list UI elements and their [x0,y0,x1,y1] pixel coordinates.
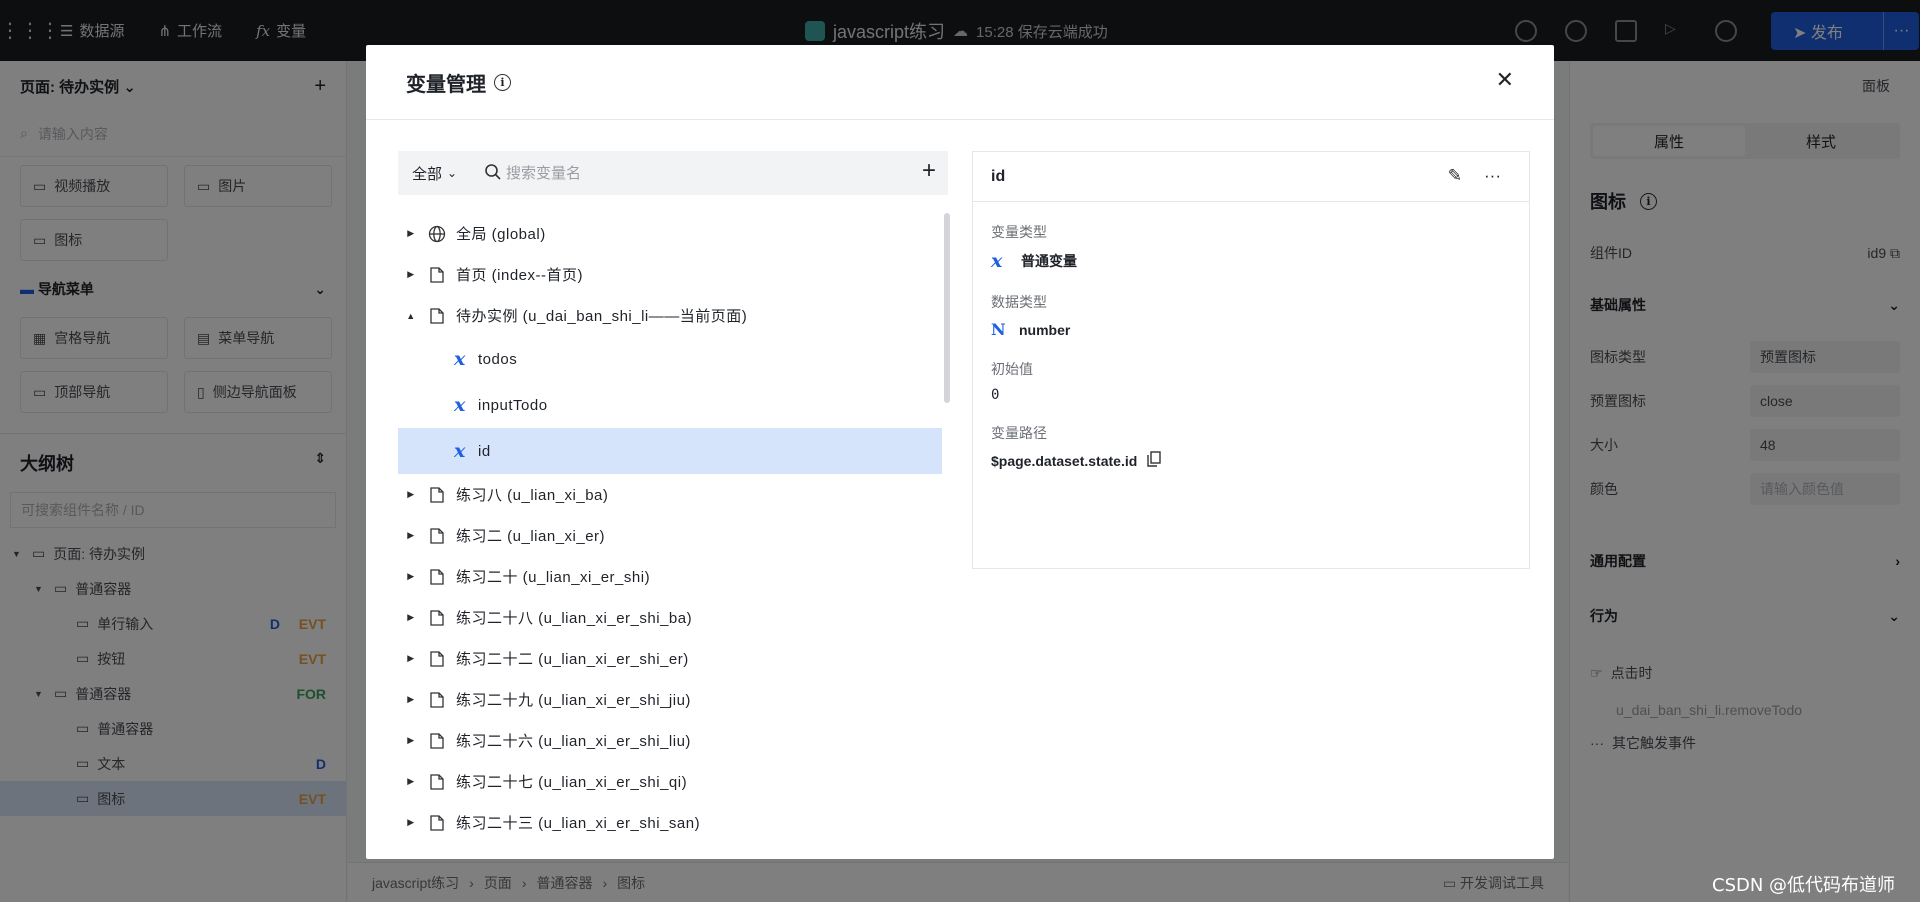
number-type-icon: N [991,320,1006,339]
page-icon [424,266,456,283]
variable-type-field: 变量类型 x 普通变量 [973,222,1529,272]
tree-node-page[interactable]: ▶ 练习二十九 (u_lian_xi_er_shi_jiu) [398,679,946,720]
tree-node-page[interactable]: ▶ 练习八 (u_lian_xi_ba) [398,474,946,515]
tree-node-label: 练习二 (u_lian_xi_er) [456,528,606,545]
variable-path-label: 变量路径 [991,425,1047,441]
data-type-label: 数据类型 [991,294,1047,310]
more-icon[interactable]: ··· [1484,166,1501,186]
page-icon [424,691,456,708]
search-icon [484,163,506,184]
tree-node-label: 待办实例 (u_dai_ban_shi_li——当前页面) [456,308,748,325]
globe-icon [424,225,456,243]
tree-node-page[interactable]: ▶ 练习二十六 (u_lian_xi_er_shi_liu) [398,720,946,761]
variable-name: id [991,167,1006,185]
variable-x-icon: x [991,250,1003,272]
tree-node-label: 全局 (global) [456,226,546,243]
chevron-down-icon: ⌄ [447,166,458,180]
variable-type-value: 普通变量 [1021,253,1077,269]
page-icon [424,773,456,790]
variable-detail-panel: id ✎ ··· 变量类型 x 普通变量 数据类型 Nnumber 初始值 0 变… [972,151,1530,569]
page-icon [424,814,456,831]
variable-search-input[interactable] [506,164,886,182]
initial-value-field: 初始值 0 [973,359,1529,403]
tree-node-page[interactable]: ▶ 练习二 (u_lian_xi_er) [398,515,946,556]
watermark: CSDN @低代码布道师 [1712,875,1896,896]
scope-select[interactable]: 全部 ⌄ [398,163,470,184]
tree-node-label: 练习二十三 (u_lian_xi_er_shi_san) [456,815,701,832]
tree-node-label: 练习二十八 (u_lian_xi_er_shi_ba) [456,610,693,627]
tree-node-label: 练习二十 (u_lian_xi_er_shi) [456,569,651,586]
tree-node-label: 练习二十七 (u_lian_xi_er_shi_qi) [456,774,688,791]
tree-node-page[interactable]: ▶ 练习二十二 (u_lian_xi_er_shi_er) [398,638,946,679]
page-icon [424,609,456,626]
tree-node-label: 首页 (index--首页) [456,267,584,284]
variable-item-label: inputTodo [478,396,548,414]
variable-type-label: 变量类型 [991,224,1047,240]
tree-node-page[interactable]: ▶ 练习二十 (u_lian_xi_er_shi) [398,556,946,597]
page-icon [424,486,456,503]
caret-right-icon[interactable]: ▶ [398,817,424,828]
tree-node-label: 练习二十六 (u_lian_xi_er_shi_liu) [456,733,691,750]
data-type-field: 数据类型 Nnumber [973,292,1529,339]
variable-manager-dialog: 变量管理 i ✕ 全部 ⌄ + ▶ 全局 (global) ▶ 首页 (index--… [366,45,1554,859]
dialog-title: 变量管理 [406,73,486,96]
variable-x-icon: x [454,348,466,370]
caret-right-icon[interactable]: ▶ [398,530,424,541]
variable-item-label: id [478,442,491,460]
variable-item[interactable]: x id [398,428,942,474]
variable-path-value: $page.dataset.state.id [991,452,1138,469]
caret-down-icon[interactable]: ▲ [398,311,424,321]
tree-node-label: 练习二十二 (u_lian_xi_er_shi_er) [456,651,689,668]
caret-right-icon[interactable]: ▶ [398,571,424,582]
tree-node-page[interactable]: ▶ 练习二十七 (u_lian_xi_er_shi_qi) [398,761,946,802]
initial-value: 0 [991,387,1000,403]
caret-right-icon[interactable]: ▶ [398,694,424,705]
dialog-header: 变量管理 i ✕ [366,45,1554,120]
add-variable-icon[interactable]: + [922,159,936,183]
tree-scrollbar[interactable] [944,213,950,403]
caret-right-icon[interactable]: ▶ [398,269,424,280]
initial-value-label: 初始值 [991,361,1033,377]
page-icon [424,732,456,749]
tree-node-page[interactable]: ▲ 待办实例 (u_dai_ban_shi_li——当前页面) [398,295,946,336]
variable-item[interactable]: x todos [398,336,946,382]
tree-node-page[interactable]: ▶ 练习二十三 (u_lian_xi_er_shi_san) [398,802,946,843]
variable-item-label: todos [478,350,518,368]
caret-right-icon[interactable]: ▶ [398,776,424,787]
variable-x-icon: x [454,440,466,462]
variable-path-field: 变量路径 $page.dataset.state.id [973,423,1529,470]
page-icon [424,307,456,324]
close-icon[interactable]: ✕ [1496,67,1514,93]
info-icon[interactable]: i [494,73,511,91]
data-type-value: number [1019,321,1071,338]
tree-node-page[interactable]: ▶ 练习二十八 (u_lian_xi_er_shi_ba) [398,597,946,638]
page-icon [424,527,456,544]
tree-node-label: 练习八 (u_lian_xi_ba) [456,487,609,504]
caret-right-icon[interactable]: ▶ [398,612,424,623]
tree-node-label: 练习二十九 (u_lian_xi_er_shi_jiu) [456,692,691,709]
tree-node-global[interactable]: ▶ 全局 (global) [398,213,946,254]
caret-right-icon[interactable]: ▶ [398,489,424,500]
variable-tree: ▶ 全局 (global) ▶ 首页 (index--首页) ▲ 待办实例 (u_dai_… [398,213,946,859]
variable-toolbar: 全部 ⌄ + [398,151,948,195]
tree-node-page[interactable]: ▶ 首页 (index--首页) [398,254,946,295]
caret-right-icon[interactable]: ▶ [398,228,424,239]
page-icon [424,650,456,667]
variable-item[interactable]: x inputTodo [398,382,946,428]
copy-icon[interactable] [1143,451,1161,470]
scope-select-value: 全部 [412,165,443,183]
page-icon [424,568,456,585]
caret-right-icon[interactable]: ▶ [398,735,424,746]
variable-x-icon: x [454,394,466,416]
edit-icon[interactable]: ✎ [1448,166,1462,186]
caret-right-icon[interactable]: ▶ [398,653,424,664]
